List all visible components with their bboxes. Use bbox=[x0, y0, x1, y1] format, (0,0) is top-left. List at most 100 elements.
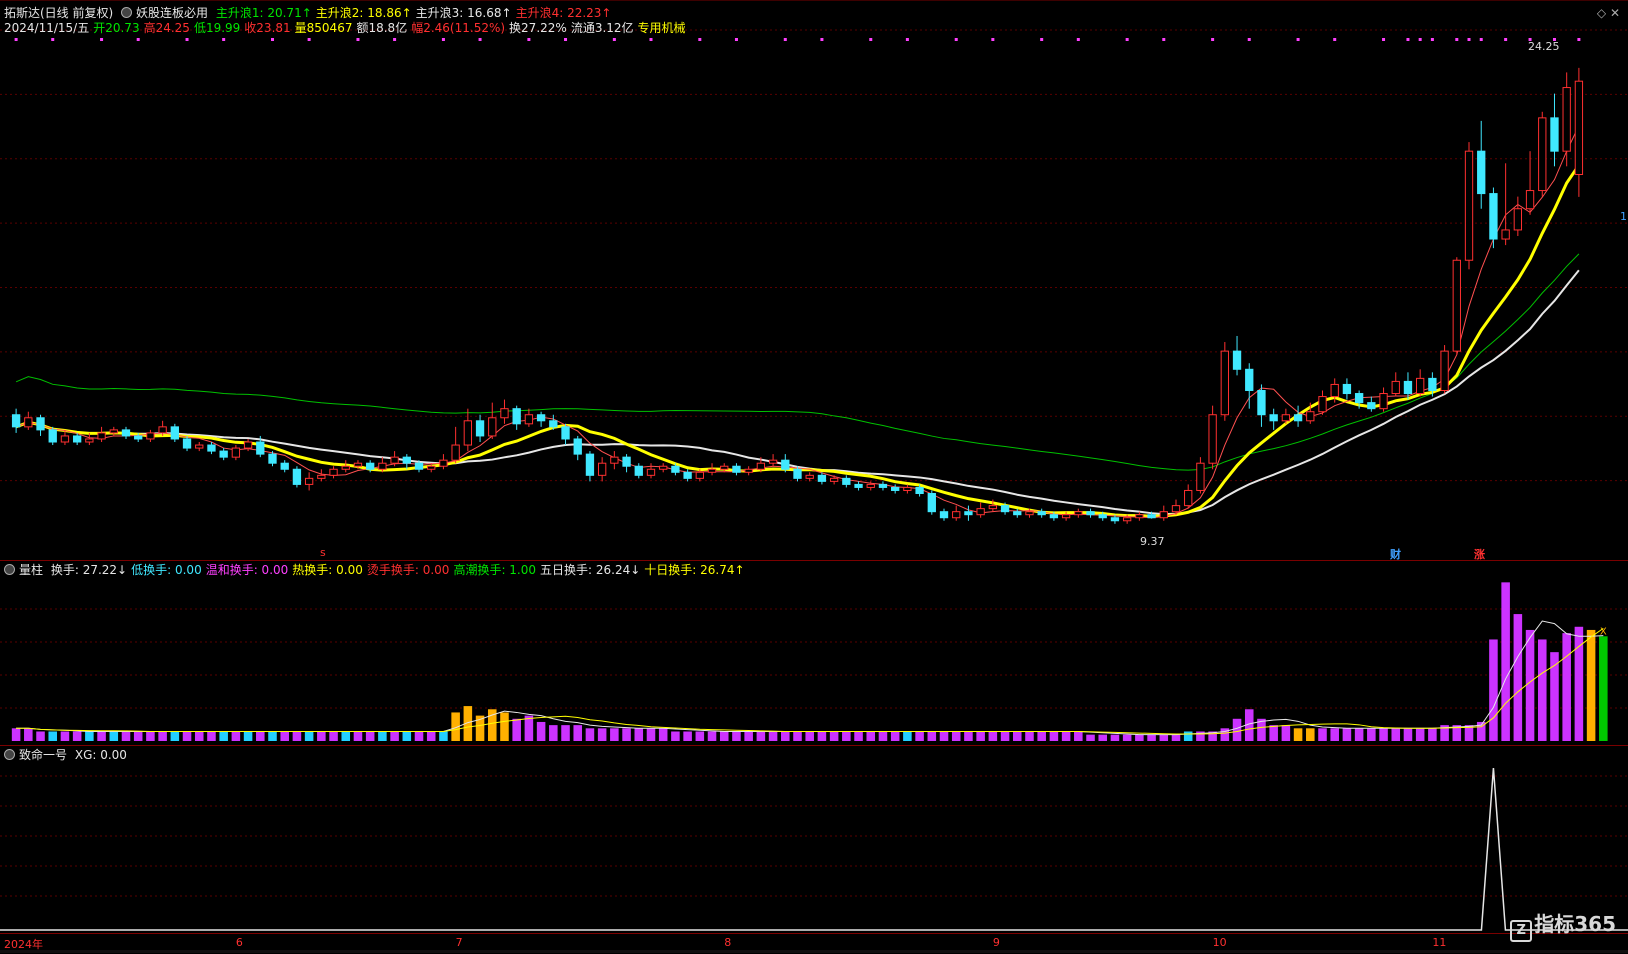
candle-body bbox=[170, 426, 179, 440]
volume-bar bbox=[243, 731, 253, 741]
logo: Z 指标365 bbox=[1510, 908, 1616, 942]
candle-body bbox=[1318, 396, 1327, 413]
signal-dot bbox=[1040, 38, 1044, 41]
s-marker: s bbox=[320, 546, 326, 559]
candle-body bbox=[805, 474, 814, 479]
candle-body bbox=[573, 438, 582, 455]
volume-bar bbox=[1025, 731, 1034, 741]
right-edge-label: 1 bbox=[1620, 210, 1627, 223]
candle-body bbox=[1367, 402, 1376, 410]
candle-body bbox=[842, 477, 851, 485]
candle-body bbox=[1220, 350, 1229, 416]
volume-bar bbox=[353, 731, 363, 741]
settings-gear-icon[interactable] bbox=[121, 7, 133, 18]
candle-body bbox=[1159, 511, 1168, 519]
signal-dot bbox=[649, 38, 653, 41]
signal-dot bbox=[1162, 38, 1166, 41]
volume-bar bbox=[146, 731, 155, 741]
date-tick: 6 bbox=[235, 936, 243, 949]
volume-bar bbox=[781, 731, 790, 741]
volume-bar bbox=[878, 731, 888, 741]
volume-pane[interactable]: X 量柱 换手: 27.22↓ 低换手: 0.00 温和换手: 0.00 热换手: 0… bbox=[0, 560, 1628, 746]
minimize-diamond-icon[interactable]: ◇ bbox=[1597, 6, 1606, 20]
signal-dot bbox=[441, 38, 445, 41]
candle-body bbox=[524, 414, 534, 425]
candle-body bbox=[939, 511, 949, 519]
volume-bar bbox=[1012, 731, 1022, 741]
volume-bar bbox=[744, 731, 753, 741]
close-icon[interactable]: ✕ bbox=[1610, 6, 1620, 20]
candle-body bbox=[1171, 505, 1181, 513]
signal-dot bbox=[1504, 38, 1508, 41]
stock-name: 拓斯达(日线 前复权) bbox=[4, 6, 114, 20]
candle-body bbox=[1281, 414, 1291, 422]
settings-gear-icon[interactable] bbox=[4, 749, 15, 760]
candle-body bbox=[121, 429, 131, 437]
volume-bar bbox=[1037, 731, 1046, 741]
signal-dot bbox=[222, 38, 226, 41]
candlestick-chart[interactable] bbox=[0, 0, 1628, 560]
volume-bar bbox=[109, 731, 119, 741]
indicator-pane[interactable]: 致命一号 XG: 0.00 bbox=[0, 745, 1628, 934]
candle-body bbox=[439, 459, 448, 467]
signal-dot bbox=[393, 38, 397, 41]
volume-bar bbox=[280, 731, 289, 741]
candle-body bbox=[1013, 511, 1022, 516]
volume-bar bbox=[1098, 734, 1108, 741]
volume-bar bbox=[1342, 728, 1352, 741]
date-tick: 8 bbox=[724, 936, 732, 949]
volume-ma-line bbox=[16, 627, 1604, 735]
wave-label-2: 主升浪2: 18.86↑ bbox=[315, 6, 412, 20]
indicator-title[interactable]: 致命一号 bbox=[19, 748, 67, 762]
indicator-legend: 致命一号 XG: 0.00 bbox=[4, 748, 131, 762]
signal-dot bbox=[698, 38, 702, 41]
ma-yellow-line bbox=[15, 164, 1581, 518]
volume-bar bbox=[133, 731, 143, 741]
candle-body bbox=[646, 468, 656, 476]
candle-body bbox=[414, 462, 424, 470]
volume-bar bbox=[976, 731, 985, 741]
volume-bar bbox=[121, 731, 131, 741]
candle-body bbox=[1562, 87, 1571, 152]
volume-bar bbox=[1147, 734, 1156, 741]
candle-body bbox=[585, 453, 595, 476]
volume-chart[interactable]: X bbox=[0, 561, 1628, 746]
candle-body bbox=[1074, 511, 1083, 516]
volume-title[interactable]: 量柱 bbox=[19, 563, 43, 577]
candle-body bbox=[1354, 393, 1364, 404]
signal-dot bbox=[1211, 38, 1215, 41]
candle-body bbox=[1184, 489, 1193, 507]
candle-body bbox=[1245, 368, 1254, 392]
candle-body bbox=[1110, 517, 1120, 522]
signal-dot bbox=[1577, 38, 1581, 41]
signal-dot bbox=[612, 38, 616, 41]
candle-body bbox=[182, 438, 192, 449]
candle-body bbox=[158, 426, 167, 434]
volume-bar bbox=[817, 731, 827, 741]
volume-bar bbox=[1330, 728, 1339, 741]
candle-body bbox=[561, 426, 570, 440]
candle-body bbox=[1464, 150, 1474, 261]
indicator-chart[interactable] bbox=[0, 746, 1628, 934]
candle-body bbox=[622, 456, 631, 467]
volume-bar bbox=[890, 731, 900, 741]
candle-body bbox=[280, 462, 289, 470]
volume-bar bbox=[597, 728, 607, 741]
signal-dot bbox=[527, 38, 531, 41]
candle-body bbox=[1403, 380, 1413, 395]
volume-bar bbox=[1061, 731, 1071, 741]
signal-dot bbox=[1418, 38, 1422, 41]
date-tick: 9 bbox=[992, 936, 1000, 949]
quote-open: 开20.73 bbox=[93, 21, 140, 35]
indicator-name[interactable]: 妖股连板必用 bbox=[136, 6, 208, 20]
price-chart-pane[interactable]: 拓斯达(日线 前复权) 妖股连板必用 主升浪1: 20.71↑ 主升浪2: 18.… bbox=[0, 0, 1628, 561]
volume-bar bbox=[1318, 728, 1327, 741]
candle-body bbox=[817, 474, 827, 482]
wave-values: 主升浪1: 20.71↑ 主升浪2: 18.86↑ 主升浪3: 16.68↑ 主升浪4… bbox=[216, 6, 616, 20]
candle-body bbox=[1293, 414, 1303, 422]
volume-bar bbox=[341, 731, 351, 741]
candle-body bbox=[85, 438, 94, 443]
settings-gear-icon[interactable] bbox=[4, 564, 15, 575]
volume-bar bbox=[1367, 728, 1376, 741]
volume-bar bbox=[756, 731, 766, 741]
